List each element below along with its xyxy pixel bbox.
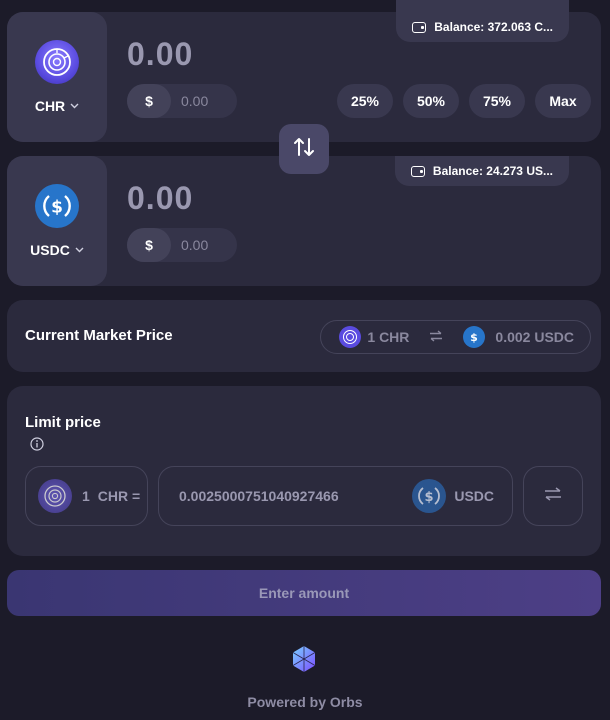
market-price-label: Current Market Price xyxy=(25,327,173,344)
limit-from-token: 1 CHR = xyxy=(25,466,148,526)
limit-price-input[interactable]: 0.0025000751040927466 $ USDC xyxy=(158,466,513,526)
chevron-down-icon xyxy=(75,245,84,256)
wallet-icon xyxy=(412,21,427,33)
limit-from-qty: 1 xyxy=(82,488,90,504)
svg-text:$: $ xyxy=(51,198,63,218)
to-amount-input[interactable]: 0.00 xyxy=(127,180,193,217)
max-button[interactable]: Max xyxy=(535,84,591,118)
exchange-icon xyxy=(429,329,443,345)
powered-by-text: Powered by Orbs xyxy=(247,694,363,710)
chr-logo-icon xyxy=(339,326,362,348)
chr-logo-icon xyxy=(38,479,72,513)
from-usd-value: 0.00 xyxy=(181,93,209,109)
to-usd-field[interactable]: $ 0.00 xyxy=(127,228,237,262)
limit-price-label: Limit price xyxy=(25,414,101,431)
limit-to-token-name: USDC xyxy=(454,488,494,504)
from-token-selector[interactable]: CHR xyxy=(7,12,107,142)
from-token-name: CHR xyxy=(34,98,66,114)
to-balance[interactable]: Balance: 24.273 US... xyxy=(394,156,569,186)
usdc-logo-icon: $ xyxy=(412,479,447,513)
usdc-logo-icon: $ xyxy=(463,326,486,348)
chr-logo-icon xyxy=(35,40,79,84)
percent-25-button[interactable]: 25% xyxy=(337,84,393,118)
percent-75-button[interactable]: 75% xyxy=(469,84,525,118)
svg-text:$: $ xyxy=(425,490,434,505)
invert-price-button[interactable] xyxy=(523,466,583,526)
info-icon[interactable] xyxy=(30,437,44,456)
usdc-logo-icon: $ xyxy=(35,184,79,228)
from-usd-field[interactable]: $ 0.00 xyxy=(127,84,237,118)
from-balance-text: Balance: 372.063 C... xyxy=(434,20,553,34)
to-token-selector[interactable]: $ USDC xyxy=(7,156,107,286)
dollar-icon: $ xyxy=(127,84,171,118)
wallet-icon xyxy=(410,165,425,177)
limit-from-token-name: CHR = xyxy=(97,488,141,504)
market-price-card: Current Market Price 1 CHR $ 0.002 USDC xyxy=(7,300,601,372)
orbs-logo-icon xyxy=(290,645,318,673)
from-balance[interactable]: Balance: 372.063 C... xyxy=(396,0,569,42)
percent-50-button[interactable]: 50% xyxy=(403,84,459,118)
to-balance-text: Balance: 24.273 US... xyxy=(432,164,553,178)
swap-direction-button[interactable] xyxy=(279,124,329,174)
exchange-icon xyxy=(544,486,562,506)
limit-price-value: 0.0025000751040927466 xyxy=(179,488,339,504)
chevron-down-icon xyxy=(70,101,79,112)
to-token-name: USDC xyxy=(30,242,70,258)
to-token-card: $ USDC 0.00 $ 0.00 Balance: 24.273 US... xyxy=(7,156,601,286)
market-price-pill[interactable]: 1 CHR $ 0.002 USDC xyxy=(320,320,591,354)
limit-price-card: Limit price 1 CHR = 0.002500075104092746… xyxy=(7,386,601,556)
market-to-amount: 0.002 USDC xyxy=(495,329,574,345)
to-usd-value: 0.00 xyxy=(181,237,209,253)
percent-buttons: 25% 50% 75% Max xyxy=(337,84,591,118)
from-token-card: CHR 0.00 $ 0.00 Balance: 372.063 C... 25… xyxy=(7,0,601,142)
market-from-amount: 1 CHR xyxy=(367,329,410,345)
dollar-icon: $ xyxy=(127,228,171,262)
svg-text:$: $ xyxy=(471,331,479,344)
from-amount-input[interactable]: 0.00 xyxy=(127,36,193,73)
swap-arrows-icon xyxy=(292,136,316,163)
enter-amount-button[interactable]: Enter amount xyxy=(7,570,601,616)
